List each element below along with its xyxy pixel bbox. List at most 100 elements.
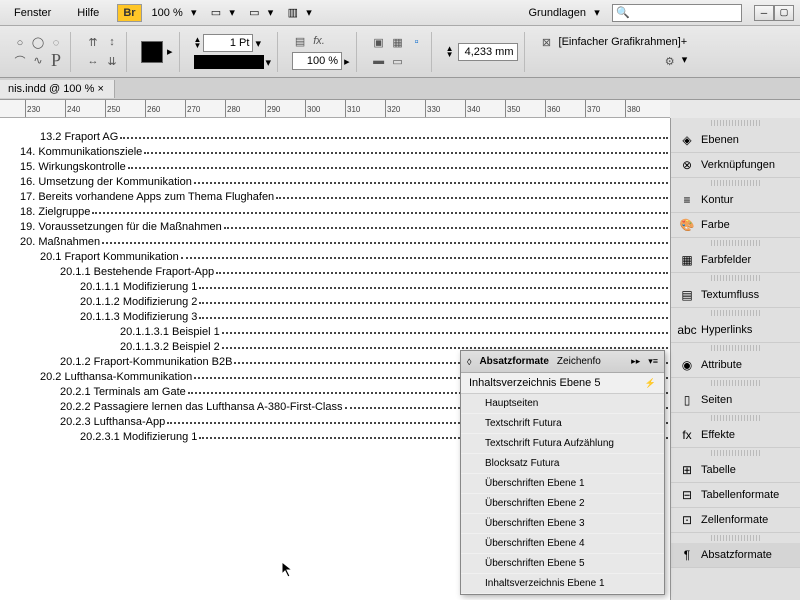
wrap5-icon[interactable]: ▭ <box>390 53 406 69</box>
tool-group-mm: ▲▼ 4,233 mm <box>440 32 525 72</box>
style-item[interactable]: Überschriften Ebene 2 <box>461 494 664 514</box>
toc-entry[interactable]: 15. Wirkungskontrolle <box>20 161 670 173</box>
ellipse-icon[interactable]: ○ <box>12 35 28 51</box>
maximize-button[interactable]: ▢ <box>774 5 794 21</box>
wrap4-icon[interactable]: ▬ <box>371 53 387 69</box>
bolt-icon: ⚡ <box>645 378 656 389</box>
toc-entry[interactable]: 20.1.1.1 Modifizierung 1 <box>80 281 670 293</box>
frame-label[interactable]: [Einfacher Grafikrahmen]+ <box>559 36 688 48</box>
panel-kontur[interactable]: ≡Kontur <box>671 188 800 213</box>
minimize-button[interactable]: ─ <box>754 5 774 21</box>
stroke-weight[interactable]: 1 Pt <box>203 34 253 52</box>
panel-tabelle[interactable]: ⊞Tabelle <box>671 458 800 483</box>
toc-entry[interactable]: 17. Bereits vorhandene Apps zum Thema Fl… <box>20 191 670 203</box>
farbfelder-icon: ▦ <box>679 252 695 268</box>
panel-attribute[interactable]: ◉Attribute <box>671 353 800 378</box>
style-item[interactable]: Überschriften Ebene 5 <box>461 554 664 574</box>
bezier-icon[interactable]: ∿ <box>30 53 46 69</box>
bridge-icon[interactable]: Br <box>117 4 141 22</box>
panel-seiten[interactable]: ▯Seiten <box>671 388 800 413</box>
menu-fenster[interactable]: Fenster <box>6 4 59 22</box>
panel-absatzformate[interactable]: ¶Absatzformate <box>671 543 800 568</box>
gear-icon[interactable]: ⚙ <box>662 53 678 69</box>
styles-list: HauptseitenTextschrift FuturaTextschrift… <box>461 394 664 594</box>
align3-icon[interactable]: ↔ <box>85 53 101 69</box>
align4-icon[interactable]: ⇊ <box>104 53 120 69</box>
pt-stepper[interactable]: ▲▼ <box>194 37 202 49</box>
panel-verknüpfungen[interactable]: ⊗Verknüpfungen <box>671 153 800 178</box>
circle-icon[interactable]: ◌ <box>48 35 64 51</box>
letter-p-icon[interactable]: P <box>48 53 64 69</box>
toc-entry[interactable]: 20.1.1.2 Modifizierung 2 <box>80 296 670 308</box>
selected-style[interactable]: Inhaltsverzeichnis Ebene 5 ⚡ <box>461 373 664 394</box>
toc-entry[interactable]: 20.1.1.3 Modifizierung 3 <box>80 311 670 323</box>
sort-icon[interactable]: ◊ <box>467 357 471 367</box>
collapse-icon[interactable]: ▸▸ <box>631 356 640 367</box>
opacity-value[interactable]: 100 % <box>292 52 342 70</box>
panel-ebenen[interactable]: ◈Ebenen <box>671 128 800 153</box>
frame-icon[interactable]: ⊠ <box>539 34 555 50</box>
stroke-style[interactable] <box>194 55 264 69</box>
align1-icon[interactable]: ⇈ <box>85 34 101 50</box>
textumfluss-icon: ▤ <box>679 287 695 303</box>
effekte-icon: fx <box>679 427 695 443</box>
zoom-level[interactable]: 100 %▾ <box>152 6 201 20</box>
toc-entry[interactable]: 18. Zielgruppe <box>20 206 670 218</box>
style-item[interactable]: Hauptseiten <box>461 394 664 414</box>
tool-group-wrap: ▣ ▦ ▫ ▬ ▭ <box>365 32 432 72</box>
tab-zeichenformate[interactable]: Zeichenfo <box>557 356 601 367</box>
panel-effekte[interactable]: fxEffekte <box>671 423 800 448</box>
search-input[interactable]: 🔍 <box>612 4 742 22</box>
style-item[interactable]: Überschriften Ebene 1 <box>461 474 664 494</box>
toc-entry[interactable]: 20.1 Fraport Kommunikation <box>40 251 670 263</box>
fx-icon[interactable]: fx. <box>311 33 327 49</box>
style-item[interactable]: Überschriften Ebene 3 <box>461 514 664 534</box>
hyperlinks-icon: abc <box>679 322 695 338</box>
view-mode-2[interactable]: ▭▾ <box>249 6 277 20</box>
wrap1-icon[interactable]: ▣ <box>371 34 387 50</box>
style-item[interactable]: Überschriften Ebene 4 <box>461 534 664 554</box>
panel-menu-icon[interactable]: ▾≡ <box>648 356 658 367</box>
toc-entry[interactable]: 20.1.1.3.1 Beispiel 1 <box>120 326 670 338</box>
toc-entry[interactable]: 20.1.1 Bestehende Fraport-App <box>60 266 670 278</box>
toc-entry[interactable]: 16. Umsetzung der Kommunikation <box>20 176 670 188</box>
tool-group-align: ⇈ ↕ ↔ ⇊ <box>79 32 127 72</box>
ellipse2-icon[interactable]: ◯ <box>30 35 46 51</box>
fill-dropdown[interactable]: ▸ <box>167 45 173 58</box>
wrap2-icon[interactable]: ▦ <box>390 34 406 50</box>
toc-entry[interactable]: 14. Kommunikationsziele <box>20 146 670 158</box>
toc-entry[interactable]: 20. Maßnahmen <box>20 236 670 248</box>
wrap3-icon[interactable]: ▫ <box>409 34 425 50</box>
view-mode-3[interactable]: ▥▾ <box>288 6 316 20</box>
paragraph-styles-panel[interactable]: ◊ Absatzformate Zeichenfo ▸▸ ▾≡ Inhaltsv… <box>460 350 665 595</box>
panel-hyperlinks[interactable]: abcHyperlinks <box>671 318 800 343</box>
workspace-switcher[interactable]: Grundlagen ▾ <box>529 6 605 20</box>
panel-tabellenformate[interactable]: ⊟Tabellenformate <box>671 483 800 508</box>
tool-group-frame: ⊠ [Einfacher Grafikrahmen]+ ⚙ ▾ <box>533 32 694 72</box>
style-item[interactable]: Blocksatz Futura <box>461 454 664 474</box>
toolbar: ○ ◯ ◌ ⌒ ∿ P ⇈ ↕ ↔ ⇊ ▸ ▲▼ 1 Pt ▾ ▾ <box>0 26 800 78</box>
panel-farbfelder[interactable]: ▦Farbfelder <box>671 248 800 273</box>
opacity-icon[interactable]: ▤ <box>292 33 308 49</box>
view-mode-1[interactable]: ▭▾ <box>211 6 239 20</box>
panel-zellenformate[interactable]: ⊡Zellenformate <box>671 508 800 533</box>
toc-entry[interactable]: 19. Voraussetzungen für die Maßnahmen <box>20 221 670 233</box>
ebenen-icon: ◈ <box>679 132 695 148</box>
mm-value[interactable]: 4,233 mm <box>458 43 518 61</box>
panel-farbe[interactable]: 🎨Farbe <box>671 213 800 238</box>
menu-hilfe[interactable]: Hilfe <box>69 4 107 22</box>
fill-swatch[interactable] <box>141 41 163 63</box>
style-item[interactable]: Textschrift Futura <box>461 414 664 434</box>
style-item[interactable]: Textschrift Futura Aufzählung <box>461 434 664 454</box>
farbe-icon: 🎨 <box>679 217 695 233</box>
style-item[interactable]: Inhaltsverzeichnis Ebene 1 <box>461 574 664 594</box>
document-tabs: nis.indd @ 100 % × <box>0 78 800 100</box>
curve-icon[interactable]: ⌒ <box>12 53 28 69</box>
tool-group-shapes: ○ ◯ ◌ ⌒ ∿ P <box>6 32 71 72</box>
panel-textumfluss[interactable]: ▤Textumfluss <box>671 283 800 308</box>
tab-active[interactable]: nis.indd @ 100 % × <box>0 80 115 98</box>
align2-icon[interactable]: ↕ <box>104 34 120 50</box>
mm-stepper[interactable]: ▲▼ <box>446 46 454 58</box>
tab-absatzformate[interactable]: Absatzformate <box>479 356 548 367</box>
toc-entry[interactable]: 13.2 Fraport AG <box>40 131 670 143</box>
